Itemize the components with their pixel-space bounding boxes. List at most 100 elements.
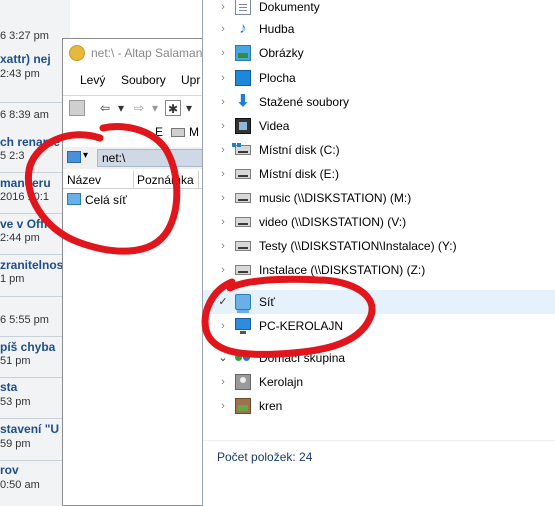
column-divider[interactable] bbox=[198, 171, 199, 189]
forum-topic-link[interactable]: sta bbox=[0, 380, 17, 394]
system-drive-icon bbox=[232, 143, 251, 155]
network-drive-icon bbox=[235, 217, 251, 227]
check-icon[interactable]: ✓ bbox=[217, 295, 229, 309]
salamander-window: net:\ - Altap Salaman Levý Soubory Upr ⇦… bbox=[62, 38, 217, 506]
computer-icon bbox=[235, 318, 251, 334]
item-count-status: Počet položek: 24 bbox=[217, 450, 313, 464]
homegroup-icon bbox=[235, 350, 251, 366]
column-note[interactable]: Poznámka bbox=[137, 173, 194, 187]
path-field[interactable]: net:\ bbox=[97, 149, 217, 167]
forum-topic-link[interactable]: stavení "U bbox=[0, 422, 59, 436]
downloads-icon: ⬇ bbox=[236, 93, 250, 110]
nav-item-pc-kerolajn[interactable]: › PC-KEROLAJN bbox=[203, 314, 555, 338]
network-path-icon[interactable] bbox=[67, 151, 81, 163]
nav-item-kerolajn[interactable]: › Kerolajn bbox=[203, 370, 555, 394]
nav-item-m-stn-disk-c[interactable]: › Místní disk (C:) bbox=[203, 138, 555, 162]
forum-post-time: 5 2:3 bbox=[0, 150, 25, 162]
forum-topic-link[interactable]: píš chyba bbox=[0, 340, 55, 354]
expand-chevron-icon[interactable]: › bbox=[217, 319, 229, 333]
network-drive-icon[interactable] bbox=[171, 128, 185, 137]
nav-item-label: Obrázky bbox=[259, 46, 304, 60]
network-drive-icon bbox=[235, 193, 251, 203]
forum-post-time: 2:43 pm bbox=[0, 68, 40, 80]
nav-item-sta-en-soubory[interactable]: › ⬇ Stažené soubory bbox=[203, 90, 555, 114]
nav-item-m-stn-disk-e[interactable]: › Místní disk (E:) bbox=[203, 162, 555, 186]
salamander-logo-icon bbox=[69, 45, 85, 61]
music-icon: ♪ bbox=[239, 20, 247, 37]
file-name: Celá síť bbox=[85, 193, 127, 207]
collapse-chevron-icon[interactable]: ⌄ bbox=[217, 351, 229, 365]
connect-drive-icon[interactable] bbox=[69, 100, 85, 116]
menu-left[interactable]: Levý bbox=[80, 73, 105, 87]
explorer-navigation-pane: Počet položek: 24 › Dokumenty › ♪ Hudba › Obrá… bbox=[202, 0, 555, 506]
drive-m-label[interactable]: M bbox=[189, 125, 199, 139]
expand-chevron-icon[interactable]: › bbox=[217, 375, 229, 389]
salamander-toolbar: ⇦ ▾ ⇨ ▾ ✱ ▾ bbox=[63, 95, 212, 119]
nav-item-hudba[interactable]: › ♪ Hudba bbox=[203, 17, 555, 41]
forum-separator bbox=[0, 296, 70, 297]
nav-item-kren[interactable]: › kren bbox=[203, 394, 555, 418]
forum-separator bbox=[0, 336, 70, 337]
forum-topic-link[interactable]: ve v Offic bbox=[0, 217, 54, 231]
pictures-icon bbox=[235, 45, 251, 61]
nav-item-plocha[interactable]: › Plocha bbox=[203, 66, 555, 90]
salamander-menubar: Levý Soubory Upr bbox=[63, 69, 212, 91]
expand-chevron-icon[interactable]: › bbox=[217, 95, 229, 109]
forum-topic-link[interactable]: rov bbox=[0, 463, 19, 477]
forum-post-time: 6 8:39 am bbox=[0, 109, 49, 121]
forum-topic-link[interactable]: xattr) nej bbox=[0, 52, 51, 66]
expand-chevron-icon[interactable]: › bbox=[217, 119, 229, 133]
column-name[interactable]: Název bbox=[67, 173, 101, 187]
nav-item-s[interactable]: ✓ Síť bbox=[203, 290, 555, 314]
expand-chevron-icon[interactable]: › bbox=[217, 167, 229, 181]
forward-dropdown-icon[interactable]: ▾ bbox=[147, 100, 163, 116]
documents-icon bbox=[235, 0, 251, 15]
forum-separator bbox=[0, 102, 70, 103]
file-list-row[interactable]: Celá síť bbox=[63, 191, 212, 209]
nav-item-video-diskstation-v[interactable]: › video (\\DISKSTATION) (V:) bbox=[203, 210, 555, 234]
expand-chevron-icon[interactable]: › bbox=[217, 0, 229, 14]
drive-e-label[interactable]: E bbox=[155, 125, 163, 139]
forum-topic-link[interactable]: zranitelnos bbox=[0, 258, 63, 272]
nav-item-label: Plocha bbox=[259, 71, 296, 85]
nav-item-instalace-diskstation-z[interactable]: › Instalace (\\DISKSTATION) (Z:) bbox=[203, 258, 555, 282]
network-drive-icon bbox=[235, 265, 251, 275]
menu-files[interactable]: Soubory bbox=[121, 73, 166, 87]
expand-chevron-icon[interactable]: › bbox=[217, 191, 229, 205]
path-dropdown-icon[interactable]: ▾ bbox=[83, 150, 88, 161]
nav-item-videa[interactable]: › Videa bbox=[203, 114, 555, 138]
nav-item-label: Stažené soubory bbox=[259, 95, 350, 109]
nav-item-label: Kerolajn bbox=[259, 375, 304, 389]
filter-icon[interactable]: ✱ bbox=[165, 100, 181, 116]
expand-chevron-icon[interactable]: › bbox=[217, 71, 229, 85]
forum-separator bbox=[0, 418, 70, 419]
column-divider[interactable] bbox=[133, 171, 134, 189]
back-arrow-icon[interactable]: ⇦ bbox=[97, 100, 113, 116]
expand-chevron-icon[interactable]: › bbox=[217, 239, 229, 253]
forum-post-time: 6 5:55 pm bbox=[0, 314, 49, 326]
nav-item-label: Videa bbox=[259, 119, 290, 133]
nav-item-music-diskstation-m[interactable]: › music (\\DISKSTATION) (M:) bbox=[203, 186, 555, 210]
nav-item-obr-zky[interactable]: › Obrázky bbox=[203, 41, 555, 65]
expand-chevron-icon[interactable]: › bbox=[217, 263, 229, 277]
user-icon bbox=[235, 374, 251, 390]
expand-chevron-icon[interactable]: › bbox=[217, 22, 229, 36]
expand-chevron-icon[interactable]: › bbox=[217, 215, 229, 229]
forum-topic-link[interactable]: manderu bbox=[0, 176, 51, 190]
nav-item-testy-diskstation-instalace-y[interactable]: › Testy (\\DISKSTATION\Instalace) (Y:) bbox=[203, 234, 555, 258]
drive-icon bbox=[235, 169, 251, 179]
forum-background: 6 3:27 pm xattr) nej 2:43 pm 6 8:39 am ch re… bbox=[0, 0, 70, 506]
videos-icon bbox=[235, 118, 251, 134]
expand-chevron-icon[interactable]: › bbox=[217, 46, 229, 60]
nav-item-label: Síť bbox=[259, 295, 275, 309]
forum-topic-link[interactable]: ch rename bbox=[0, 135, 60, 149]
forum-post-time: 2016 10:1 bbox=[0, 191, 49, 203]
expand-chevron-icon[interactable]: › bbox=[217, 399, 229, 413]
expand-chevron-icon[interactable]: › bbox=[217, 143, 229, 157]
forum-separator bbox=[0, 213, 70, 214]
forward-arrow-icon[interactable]: ⇨ bbox=[131, 100, 147, 116]
menu-edit[interactable]: Upr bbox=[181, 73, 200, 87]
filter-dropdown-icon[interactable]: ▾ bbox=[181, 100, 197, 116]
nav-item-dom-c-skupina[interactable]: ⌄ Domácí skupina bbox=[203, 346, 555, 370]
back-dropdown-icon[interactable]: ▾ bbox=[113, 100, 129, 116]
